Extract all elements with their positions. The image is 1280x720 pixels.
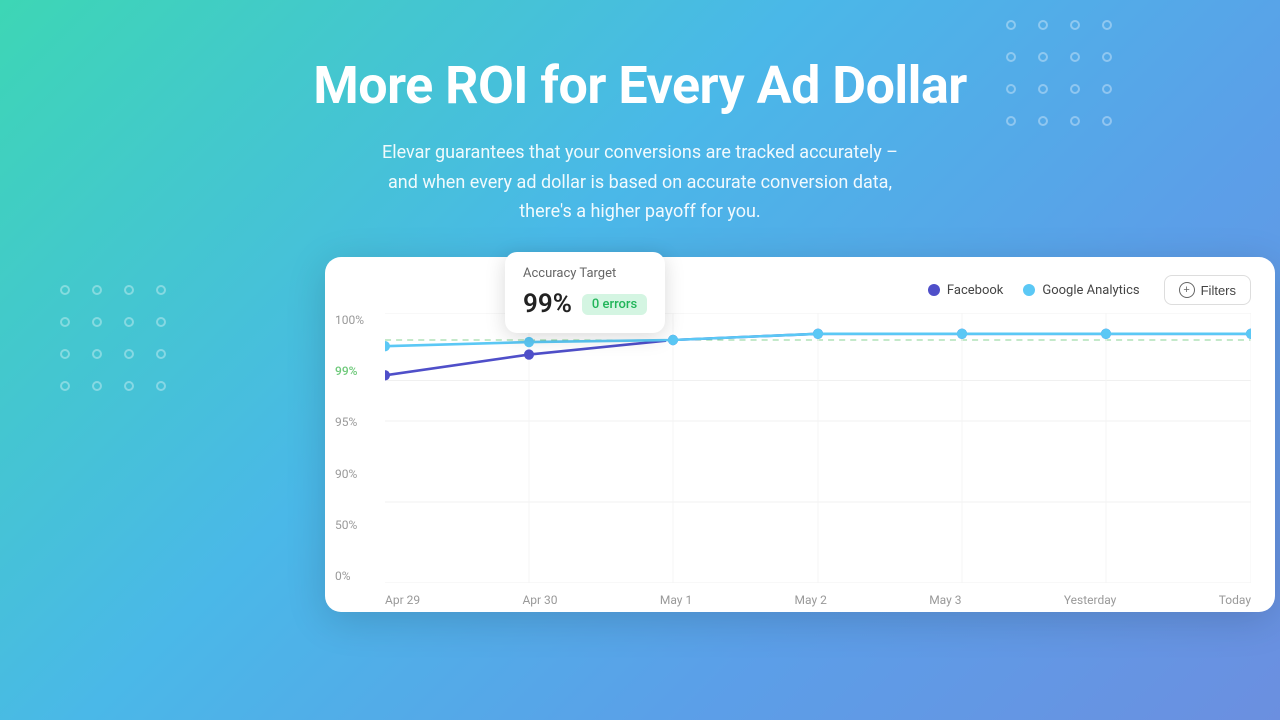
- chart-legend: Facebook Google Analytics: [928, 283, 1140, 298]
- filters-plus-icon: +: [1179, 282, 1195, 298]
- legend-ga: Google Analytics: [1023, 283, 1139, 298]
- ga-legend-dot: [1023, 284, 1035, 296]
- x-label-may3: May 3: [929, 593, 961, 607]
- ga-point-5: [1101, 329, 1111, 339]
- y-label-95: 95%: [335, 415, 364, 429]
- y-label-90: 90%: [335, 467, 364, 481]
- ga-point-3: [813, 329, 823, 339]
- dot-grid-left: [60, 285, 174, 399]
- facebook-legend-label: Facebook: [947, 283, 1003, 298]
- fb-point-0: [385, 370, 390, 380]
- x-label-may2: May 2: [795, 593, 827, 607]
- ga-point-0: [385, 341, 390, 351]
- facebook-legend-dot: [928, 284, 940, 296]
- fb-point-1: [524, 349, 534, 359]
- ga-point-4: [957, 329, 967, 339]
- y-label-0: 0%: [335, 569, 364, 583]
- chart-panel: Facebook Google Analytics + Filters 100%…: [325, 257, 1275, 612]
- legend-facebook: Facebook: [928, 283, 1003, 298]
- y-label-100: 100%: [335, 313, 364, 327]
- x-axis-labels: Apr 29 Apr 30 May 1 May 2 May 3 Yesterda…: [385, 587, 1251, 607]
- hero-section: More ROI for Every Ad Dollar Elevar guar…: [0, 0, 1280, 257]
- tooltip-value: 99%: [523, 289, 572, 319]
- x-label-may1: May 1: [660, 593, 692, 607]
- x-label-apr29: Apr 29: [385, 593, 420, 607]
- ga-point-1: [524, 337, 534, 347]
- chart-svg: [385, 313, 1251, 583]
- page-title: More ROI for Every Ad Dollar: [0, 55, 1280, 116]
- filters-label: Filters: [1201, 283, 1236, 298]
- tooltip-badge: 0 errors: [582, 294, 647, 315]
- chart-header: Facebook Google Analytics + Filters: [325, 257, 1275, 313]
- y-label-50: 50%: [335, 518, 364, 532]
- tooltip-title: Accuracy Target: [523, 266, 647, 281]
- accuracy-tooltip: Accuracy Target 99% 0 errors: [505, 252, 665, 333]
- y-axis-labels: 100% 99% 95% 90% 50% 0%: [335, 313, 364, 583]
- chart-wrapper: Accuracy Target 99% 0 errors Facebook Go…: [165, 257, 1115, 612]
- x-label-today: Today: [1219, 593, 1251, 607]
- x-label-yesterday: Yesterday: [1064, 593, 1117, 607]
- ga-point-2: [668, 335, 678, 345]
- hero-subtitle: Elevar guarantees that your conversions …: [230, 138, 1050, 227]
- x-label-apr30: Apr 30: [522, 593, 557, 607]
- filters-button[interactable]: + Filters: [1164, 275, 1251, 305]
- chart-area: 100% 99% 95% 90% 50% 0%: [385, 313, 1251, 583]
- ga-legend-label: Google Analytics: [1042, 283, 1139, 298]
- y-label-99: 99%: [335, 364, 364, 378]
- tooltip-row: 99% 0 errors: [523, 289, 647, 319]
- ga-point-6: [1246, 329, 1251, 339]
